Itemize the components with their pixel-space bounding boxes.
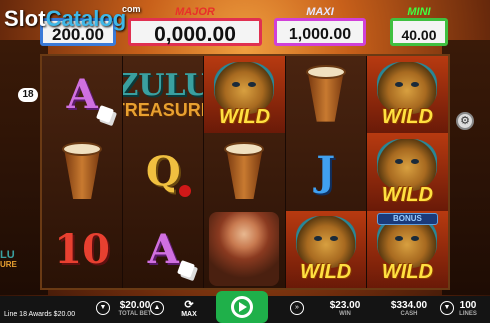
reel-symbol: 10 [42,211,122,288]
jackpot-mini: MINI 40.00 [390,6,448,46]
wild-symbol: WILD [204,56,285,134]
win-label: WIN [339,311,351,317]
side-logo: LU URE [0,250,22,269]
drum-icon [304,64,348,125]
lines-decrease-icon[interactable]: ▼ [440,301,454,315]
explorer-woman-symbol [209,212,280,287]
wild-label: WILD [381,183,433,206]
logo-zulu: ZULU [123,67,204,103]
payline-marker: 18 [18,88,38,102]
wild-symbol: WILD BONUS [366,210,448,288]
wild-label: WILD [218,106,271,129]
rose-icon [179,184,192,197]
wild-label: WILD [381,106,433,129]
settings-gear-icon[interactable]: ⚙ [456,112,474,130]
wild-symbol: WILD [285,210,366,288]
dice-icon [177,260,196,278]
bet-increase-icon[interactable]: ▲ [150,301,164,315]
jackpot-major-value: 0,000.00 [128,18,262,46]
jackpot-mini-label: MINI [407,6,431,18]
reel-symbol [204,133,284,210]
cash-value: $334.00 [390,300,428,311]
reel-2: ZULUTREASURE QA [123,56,205,288]
reel-symbol [286,56,366,133]
bet-decrease-icon[interactable]: ▼ [96,301,110,315]
reel-symbol [42,133,122,210]
side-logo-line2: URE [0,260,17,269]
spin-button[interactable] [216,291,268,323]
max-bet-button[interactable]: ⟳ MAX [176,298,202,318]
lines-value: 100 [459,300,477,311]
max-bet-label: MAX [181,311,197,318]
win-value: $23.00 [329,300,361,311]
drum-icon [222,141,266,202]
reel-symbol: A [42,56,122,133]
reel-symbol: A [123,211,203,288]
letter-symbol: J [316,148,336,196]
cash-display: $334.00 CASH [386,300,432,317]
max-bet-arrow-icon: ⟳ [184,299,194,311]
letter-symbol: Q [145,148,181,196]
letter-symbol: A [147,225,179,273]
lines-label: LINES [459,311,477,317]
reel-symbol: J [286,133,366,210]
bonus-label: BONUS [376,212,438,225]
reel-grid: A 10 ZULUTREASURE QA WILD J WILD WILD WILD WILD BO… [40,54,450,290]
letter-symbol: 10 [54,225,110,273]
reel-symbol [204,211,284,288]
wild-label: WILD [300,261,352,283]
jackpot-maxi-label: MAXI [306,6,334,18]
wild-symbol: WILD [366,56,448,134]
drum-icon [60,141,104,202]
line-awards-text: Line 18 Awards $20.00 [4,311,76,318]
lines-display: 100 LINES [454,300,482,317]
reel-3: WILD [204,56,286,288]
win-display: $23.00 WIN [322,300,368,317]
jackpot-maxi: MAXI 1,000.00 [274,6,366,46]
jackpot-mini-value: 40.00 [390,18,448,46]
reel-4: J WILD [285,56,367,288]
reel-5: WILD WILD WILD BONUS [366,56,448,288]
reel-symbol: Q [123,133,203,210]
watermark-com: com [122,4,141,14]
autoplay-fast-forward-icon[interactable]: » [290,301,304,315]
cash-label: CASH [400,311,418,317]
letter-symbol: A [66,71,98,119]
reel-1: A 10 [42,56,124,288]
wild-label: WILD [381,261,433,283]
watermark: SlotCatalog com [4,4,141,32]
jackpot-major: MAJOR 0,000.00 [128,6,262,46]
logo-treasure: TREASURE [123,99,203,120]
spin-play-icon [231,296,253,318]
watermark-sub: Catalog [45,6,127,31]
jackpot-major-label: MAJOR [175,6,215,18]
wild-symbol: WILD [366,133,448,211]
jackpot-maxi-value: 1,000.00 [274,18,366,46]
watermark-text: Slot [4,6,46,31]
reel-symbol: ZULUTREASURE [123,56,203,133]
dice-icon [96,105,115,124]
